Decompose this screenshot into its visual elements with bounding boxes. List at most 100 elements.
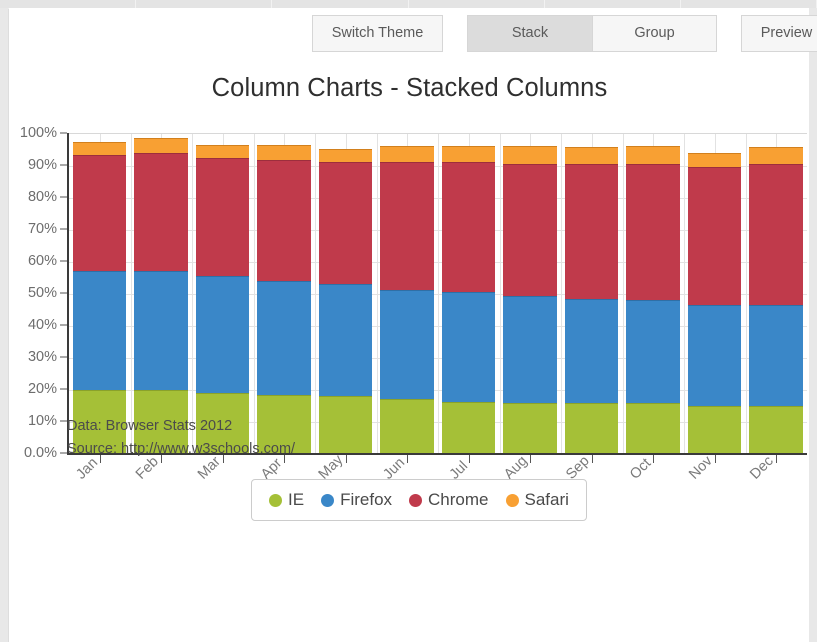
y-axis-tick-label: 70% <box>27 221 57 237</box>
bar-segment-chrome[interactable] <box>72 154 127 271</box>
stacked-bar[interactable] <box>318 149 373 453</box>
footnote-data: Data: Browser Stats 2012 <box>67 418 233 434</box>
bar-segment-firefox[interactable] <box>749 304 803 407</box>
stacked-bar[interactable] <box>749 147 803 453</box>
y-axis-tick-label: 90% <box>27 157 57 173</box>
bar-segment-safari[interactable] <box>134 137 188 154</box>
bar-segment-chrome[interactable] <box>380 162 434 290</box>
bar-segment-ie[interactable] <box>441 402 496 453</box>
stacked-bar[interactable] <box>564 147 619 453</box>
footnote-source: Source: http://www.w3schools.com/ <box>67 441 296 457</box>
stacked-bar[interactable] <box>195 144 250 453</box>
bar-segment-safari[interactable] <box>318 149 373 163</box>
bar-segment-chrome[interactable] <box>195 157 250 277</box>
x-axis-label-slot: Mar <box>192 454 254 515</box>
stacked-bar[interactable] <box>134 137 188 453</box>
switch-theme-button[interactable]: Switch Theme <box>312 15 443 52</box>
chart-footnote: Data: Browser Stats 2012 Source: http://… <box>67 415 295 461</box>
bar-segment-chrome[interactable] <box>626 164 680 300</box>
bar-segment-safari[interactable] <box>626 146 680 165</box>
bar-segment-firefox[interactable] <box>441 292 496 403</box>
bar-segment-firefox[interactable] <box>687 304 742 406</box>
bar-segment-chrome[interactable] <box>564 164 619 300</box>
bar-slot <box>684 134 746 453</box>
bar-segment-ie[interactable] <box>626 403 680 453</box>
bar-slot <box>623 134 685 453</box>
bar-segment-safari[interactable] <box>257 144 311 161</box>
y-axis-labels: 100% 90% 80% 70% 60% 50% 40% 30% 20% 10% 0.0% <box>9 119 67 461</box>
x-axis-label-slot: Nov <box>684 453 746 515</box>
y-axis-tick-label: 0.0% <box>23 445 57 461</box>
legend-swatch-icon <box>269 493 282 507</box>
bar-segment-firefox[interactable] <box>195 276 250 393</box>
bar-segment-safari[interactable] <box>195 144 250 158</box>
legend-label: Chrome <box>428 490 489 509</box>
bar-segment-safari[interactable] <box>687 152 742 167</box>
bar-segment-safari[interactable] <box>564 147 619 165</box>
bar-segment-firefox[interactable] <box>503 295 557 403</box>
y-axis-tick-mark <box>60 132 67 134</box>
y-axis-tick-label: 10% <box>27 413 57 429</box>
legend-swatch-icon <box>321 493 335 507</box>
bar-segment-ie[interactable] <box>564 403 619 453</box>
bar-segment-chrome[interactable] <box>318 162 373 284</box>
page-title: Column Charts - Stacked Columns <box>211 74 608 102</box>
bar-segment-chrome[interactable] <box>257 160 311 281</box>
bar-segment-chrome[interactable] <box>749 164 803 305</box>
y-axis-tick-mark <box>60 260 67 262</box>
bar-segment-firefox[interactable] <box>564 299 619 404</box>
y-axis-tick-mark <box>60 228 67 230</box>
bar-segment-safari[interactable] <box>72 141 127 155</box>
preview-button[interactable]: Preview <box>741 15 817 52</box>
bar-segment-firefox[interactable] <box>626 299 680 404</box>
legend-swatch-icon <box>409 493 423 507</box>
stacked-bar[interactable] <box>257 144 311 453</box>
bar-segment-chrome[interactable] <box>441 162 496 293</box>
bar-segment-safari[interactable] <box>749 147 803 165</box>
legend-item-ie[interactable]: IE <box>269 490 304 510</box>
bar-segment-ie[interactable] <box>749 406 803 453</box>
y-axis-tick-mark <box>60 292 67 294</box>
bar-slot <box>69 134 131 453</box>
bar-segment-chrome[interactable] <box>503 163 557 296</box>
chart-page: Switch Theme Stack Group Preview Column … <box>8 8 817 642</box>
y-axis-tick-mark <box>60 452 67 454</box>
legend-item-safari[interactable]: Safari <box>505 490 569 510</box>
stacked-bar[interactable] <box>72 141 127 453</box>
stack-button[interactable]: Stack <box>467 15 592 52</box>
legend-item-chrome[interactable]: Chrome <box>409 490 489 510</box>
stacked-bar[interactable] <box>380 145 434 453</box>
stacked-bar[interactable] <box>441 146 496 453</box>
stacked-bar[interactable] <box>626 146 680 453</box>
bar-segment-ie[interactable] <box>503 402 557 453</box>
bar-segment-firefox[interactable] <box>257 280 311 396</box>
y-axis-tick-label: 40% <box>27 317 57 333</box>
bar-segment-ie[interactable] <box>687 405 742 453</box>
bar-segment-firefox[interactable] <box>318 283 373 396</box>
bar-slot <box>192 134 254 453</box>
plot-area <box>69 133 807 455</box>
bar-segment-chrome[interactable] <box>687 166 742 305</box>
legend-item-firefox[interactable]: Firefox <box>321 490 392 510</box>
bar-segment-chrome[interactable] <box>134 153 188 272</box>
legend-swatch-icon <box>505 493 519 507</box>
bar-series <box>69 134 807 453</box>
stacked-bar[interactable] <box>503 146 557 453</box>
chart-legend: IE Firefox Chrome Safari <box>251 479 587 521</box>
x-axis-tick-mark <box>684 455 746 463</box>
bar-slot <box>438 134 500 453</box>
bar-segment-ie[interactable] <box>318 395 373 453</box>
bar-segment-ie[interactable] <box>380 399 434 453</box>
bar-segment-firefox[interactable] <box>134 271 188 390</box>
bar-segment-firefox[interactable] <box>72 270 127 390</box>
y-axis-tick-mark <box>60 388 67 390</box>
stacked-bar[interactable] <box>687 152 742 453</box>
window-top-strip <box>0 0 817 8</box>
bar-segment-safari[interactable] <box>380 145 434 163</box>
group-button[interactable]: Group <box>592 15 717 52</box>
y-axis-tick-mark <box>60 196 67 198</box>
bar-segment-firefox[interactable] <box>380 289 434 400</box>
bar-segment-safari[interactable] <box>441 146 496 163</box>
x-axis-label-slot: Feb <box>131 454 193 515</box>
bar-segment-safari[interactable] <box>503 146 557 164</box>
